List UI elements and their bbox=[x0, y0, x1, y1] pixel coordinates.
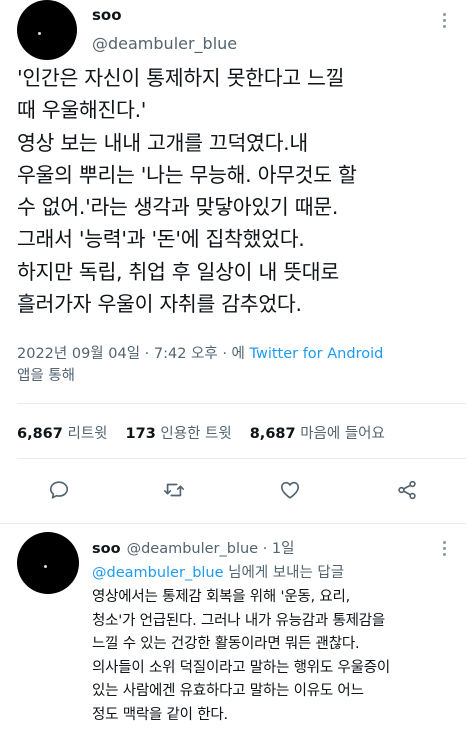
retweet-button[interactable] bbox=[158, 474, 190, 506]
likes-stat[interactable]: 8,687 마음에 들어요 bbox=[250, 422, 385, 443]
reply-to-line: @deambuler_blue 님에게 보내는 답글 bbox=[92, 561, 344, 582]
action-bar bbox=[0, 474, 466, 506]
tweet-source-link[interactable]: Twitter for Android bbox=[250, 346, 384, 362]
like-button[interactable] bbox=[274, 474, 306, 506]
tweet-source-suffix: 앱을 통해 bbox=[17, 368, 75, 384]
divider bbox=[17, 403, 466, 404]
avatar-dot bbox=[38, 32, 41, 35]
share-icon bbox=[398, 480, 416, 500]
likes-label: 마음에 들어요 bbox=[300, 426, 385, 442]
reply-avatar[interactable] bbox=[17, 532, 79, 594]
author-handle[interactable]: @deambuler_blue bbox=[92, 34, 237, 53]
tweet-stats: 6,867 리트윗 173 인용한 트윗 8,687 마음에 들어요 bbox=[17, 422, 399, 443]
reply-author-handle[interactable]: @deambuler_blue bbox=[127, 541, 259, 557]
retweets-label: 리트윗 bbox=[67, 426, 108, 442]
author-name[interactable]: soo bbox=[92, 6, 122, 24]
quotes-label: 인용한 트윗 bbox=[160, 426, 232, 442]
retweet-icon bbox=[164, 483, 184, 497]
reply-to-suffix: 님에게 보내는 답글 bbox=[228, 565, 345, 581]
quotes-count: 173 bbox=[125, 426, 156, 442]
tweet-meta: 2022년 09월 04일 · 7:42 오후 · 에 Twitter for … bbox=[17, 343, 457, 387]
reply-button[interactable] bbox=[43, 474, 75, 506]
reply-icon bbox=[49, 481, 69, 499]
tweet-text: '인간은 자신이 통제하지 못한다고 느낄 때 우울해진다.' 영상 보는 내내… bbox=[17, 66, 357, 317]
likes-count: 8,687 bbox=[249, 426, 296, 442]
share-button[interactable] bbox=[391, 474, 423, 506]
divider bbox=[0, 523, 466, 524]
more-options-icon[interactable] bbox=[434, 8, 454, 32]
tweet-timestamp[interactable]: 2022년 09월 04일 · 7:42 오후 · 에 bbox=[17, 346, 245, 362]
avatar-dot bbox=[44, 565, 47, 568]
reply-author-name[interactable]: soo bbox=[92, 541, 121, 557]
like-icon bbox=[280, 481, 300, 499]
reply-header: soo @deambuler_blue · 1일 bbox=[92, 537, 295, 558]
retweets-stat[interactable]: 6,867 리트윗 bbox=[17, 422, 108, 443]
reply-more-options-icon[interactable] bbox=[434, 537, 454, 559]
avatar[interactable] bbox=[17, 0, 77, 60]
reply-to-mention[interactable]: @deambuler_blue bbox=[92, 565, 224, 581]
retweets-count: 6,867 bbox=[17, 426, 63, 442]
reply-time[interactable]: · 1일 bbox=[263, 541, 295, 557]
divider bbox=[17, 458, 466, 459]
reply-text: 영상에서는 통제감 회복을 위해 '운동, 요리, 청소'가 언급된다. 그러나… bbox=[92, 589, 390, 723]
quotes-stat[interactable]: 173 인용한 트윗 bbox=[126, 422, 232, 443]
